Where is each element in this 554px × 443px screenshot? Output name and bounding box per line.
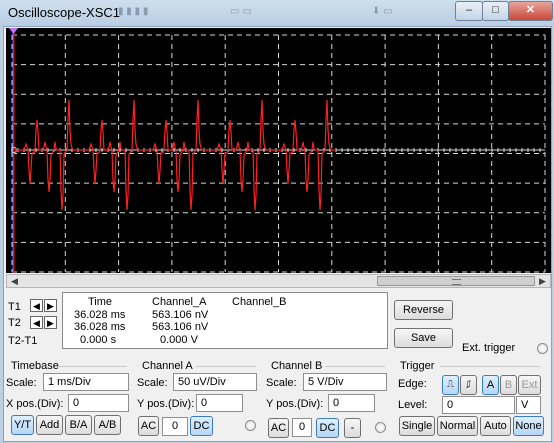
channel-b-minus-button[interactable]: - — [344, 418, 361, 438]
readout-header-time: Time — [88, 296, 113, 308]
trigger-divider — [440, 366, 540, 367]
title-bar: Oscilloscope-XSC1 ▮ ▮ ▮ ▮ ▭ ▭ ⬇ ▭ – □ ✕ — [0, 0, 554, 26]
trigger-edge-label: Edge: — [398, 378, 427, 390]
mode-add-button[interactable]: Add — [36, 415, 63, 435]
channel-b-ac-button[interactable]: AC — [268, 418, 289, 438]
readout-delta-channel-a: 0.000 V — [160, 334, 198, 346]
channel-a-terminal[interactable] — [245, 420, 256, 431]
trigger-normal-button[interactable]: Normal — [437, 416, 478, 436]
trigger-auto-button[interactable]: Auto — [480, 416, 511, 436]
trigger-source-a-button[interactable]: A — [482, 375, 499, 395]
readout-header-channel-b: Channel_B — [232, 296, 287, 308]
cursor-readout-table: Time Channel_A Channel_B 36.028 ms 563.1… — [62, 292, 388, 349]
channel-a-ypos-label: Y pos.(Div): — [137, 398, 195, 410]
channel-a-scale-label: Scale: — [137, 377, 168, 389]
ext-trigger-label: Ext. trigger — [462, 342, 516, 354]
trigger-source-ext-button[interactable]: Ext — [518, 375, 541, 395]
readout-header-channel-a: Channel_A — [152, 296, 207, 308]
readout-t2-time: 36.028 ms — [74, 321, 126, 333]
t2-left-arrow-icon[interactable]: ◀ — [30, 316, 43, 329]
channel-a-scale-field[interactable]: 50 uV/Div — [173, 373, 257, 391]
scroll-thumb[interactable] — [377, 276, 535, 286]
readout-delta-time: 0.000 s — [80, 334, 117, 346]
background-toolbar-ghost: ▮ ▮ ▮ ▮ — [118, 6, 149, 17]
rising-edge-icon[interactable]: ⎍ — [442, 375, 459, 395]
minimize-button[interactable]: – — [455, 1, 483, 21]
channel-b-divider — [325, 366, 385, 367]
channel-b-scale-label: Scale: — [266, 377, 297, 389]
channel-b-ypos-field[interactable]: 0 — [328, 394, 375, 412]
channel-a-dc-button[interactable]: DC — [190, 416, 213, 436]
horizontal-scrollbar[interactable]: ◀ ▶ — [6, 274, 551, 288]
timebase-xpos-label: X pos.(Div): — [6, 398, 64, 410]
channel-b-scale-field[interactable]: 5 V/Div — [303, 373, 387, 391]
channel-a-divider — [196, 366, 256, 367]
t2-right-arrow-icon[interactable]: ▶ — [44, 316, 57, 329]
readout-t1-channel-a: 563.106 nV — [152, 309, 209, 321]
maximize-button[interactable]: □ — [482, 1, 509, 21]
channel-b-ypos-label: Y pos.(Div): — [266, 398, 324, 410]
falling-edge-icon[interactable]: ⎎ — [460, 375, 477, 395]
cursor-marker-icon — [9, 28, 18, 34]
waveform-display — [9, 28, 546, 273]
timebase-divider — [57, 366, 127, 367]
t1-left-arrow-icon[interactable]: ◀ — [30, 299, 43, 312]
readout-t1-time: 36.028 ms — [74, 309, 126, 321]
channel-a-trace — [14, 99, 336, 211]
channel-a-zero-button[interactable]: 0 — [162, 417, 188, 436]
close-button[interactable]: ✕ — [508, 1, 553, 21]
channel-b-terminal[interactable] — [375, 422, 386, 433]
background-toolbar-ghost-3: ⬇ ▭ — [372, 6, 393, 17]
background-toolbar-ghost-2: ▭ ▭ — [230, 6, 252, 17]
t1-right-arrow-icon[interactable]: ▶ — [44, 299, 57, 312]
channel-a-ypos-field[interactable]: 0 — [196, 394, 243, 412]
trigger-source-b-button[interactable]: B — [500, 375, 517, 395]
window-title: Oscilloscope-XSC1 — [8, 5, 120, 20]
oscilloscope-screen — [6, 28, 551, 273]
timebase-scale-label: Scale: — [6, 377, 37, 389]
trigger-single-button[interactable]: Single — [399, 416, 435, 436]
trigger-level-field[interactable]: 0 — [442, 396, 515, 414]
ext-trigger-terminal[interactable] — [537, 343, 548, 354]
mode-ab-button[interactable]: A/B — [94, 415, 121, 435]
reverse-button[interactable]: Reverse — [394, 300, 453, 320]
readout-t2-channel-a: 563.106 nV — [152, 321, 209, 333]
channel-b-title: Channel B — [271, 360, 323, 372]
channel-b-zero-button[interactable]: 0 — [292, 418, 312, 437]
channel-b-dc-button[interactable]: DC — [316, 418, 339, 438]
timebase-title: Timebase — [11, 360, 59, 372]
save-button[interactable]: Save — [394, 328, 453, 348]
scroll-grip-icon — [452, 279, 461, 285]
scroll-right-icon[interactable]: ▶ — [536, 275, 549, 287]
t2-t1-label: T2-T1 — [8, 335, 38, 347]
timebase-xpos-field[interactable]: 0 — [68, 394, 129, 412]
trigger-title: Trigger — [400, 360, 435, 372]
t2-label: T2 — [8, 317, 21, 329]
mode-yt-button[interactable]: Y/T — [11, 415, 34, 435]
mode-ba-button[interactable]: B/A — [65, 415, 92, 435]
channel-a-title: Channel A — [142, 360, 193, 372]
trigger-none-button[interactable]: None — [513, 416, 544, 436]
trigger-level-label: Level: — [398, 399, 428, 411]
timebase-scale-field[interactable]: 1 ms/Div — [43, 373, 129, 391]
trigger-level-unit[interactable]: V — [516, 396, 541, 414]
channel-a-ac-button[interactable]: AC — [138, 416, 159, 436]
t1-label: T1 — [8, 301, 21, 313]
scroll-left-icon[interactable]: ◀ — [8, 275, 21, 287]
